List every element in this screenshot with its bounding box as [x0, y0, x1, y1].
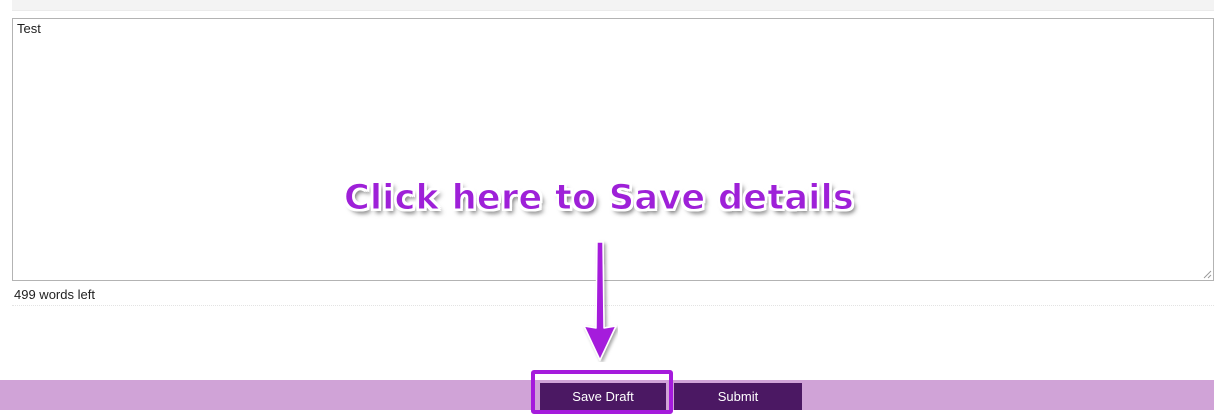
save-draft-button[interactable]: Save Draft [540, 383, 666, 410]
textarea-content: Test [17, 21, 41, 36]
word-count-label: 499 words left [14, 287, 95, 302]
top-divider-strip [12, 0, 1214, 11]
resize-handle-icon[interactable] [1203, 270, 1212, 279]
callout-annotation-text: Click here to Save details [343, 178, 855, 219]
submit-button[interactable]: Submit [674, 383, 802, 410]
down-arrow-icon [583, 241, 617, 361]
